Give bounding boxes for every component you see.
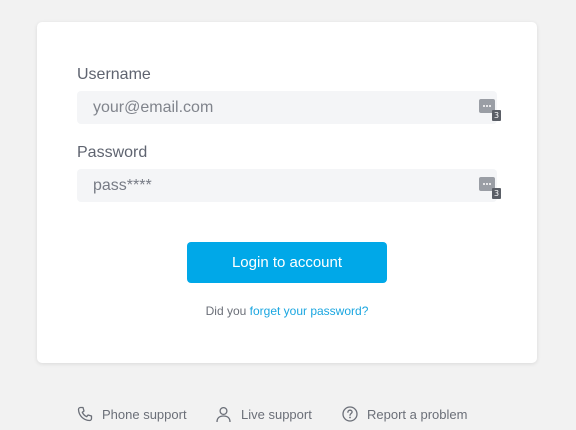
- password-input[interactable]: [93, 169, 463, 202]
- report-problem-link[interactable]: Report a problem: [342, 404, 467, 424]
- person-icon: [216, 406, 231, 422]
- password-manager-icon[interactable]: 3: [479, 99, 501, 123]
- login-card: Username 3 Password 3 Login to account D…: [37, 22, 537, 363]
- password-label: Password: [77, 144, 148, 161]
- password-manager-badge: 3: [492, 110, 501, 121]
- live-support-link[interactable]: Live support: [215, 404, 312, 424]
- live-support-label: Live support: [241, 406, 312, 422]
- report-problem-label: Report a problem: [367, 406, 468, 422]
- username-input[interactable]: [93, 91, 463, 124]
- help-circle-icon: [342, 406, 358, 422]
- password-manager-icon[interactable]: 3: [479, 177, 501, 201]
- forgot-prefix: Did you: [205, 304, 247, 318]
- support-footer: Phone support Live support Report a prob…: [0, 404, 576, 426]
- phone-support-label: Phone support: [102, 406, 187, 422]
- forgot-password-text: Did you forget your password?: [37, 304, 537, 318]
- forgot-password-link[interactable]: forget your password?: [250, 304, 369, 318]
- username-field-container: 3: [77, 91, 501, 124]
- phone-icon: [77, 406, 93, 422]
- password-field-container: 3: [77, 169, 501, 202]
- password-manager-badge: 3: [492, 188, 501, 199]
- phone-support-link[interactable]: Phone support: [77, 404, 187, 424]
- username-label: Username: [77, 66, 151, 83]
- login-button[interactable]: Login to account: [187, 242, 387, 283]
